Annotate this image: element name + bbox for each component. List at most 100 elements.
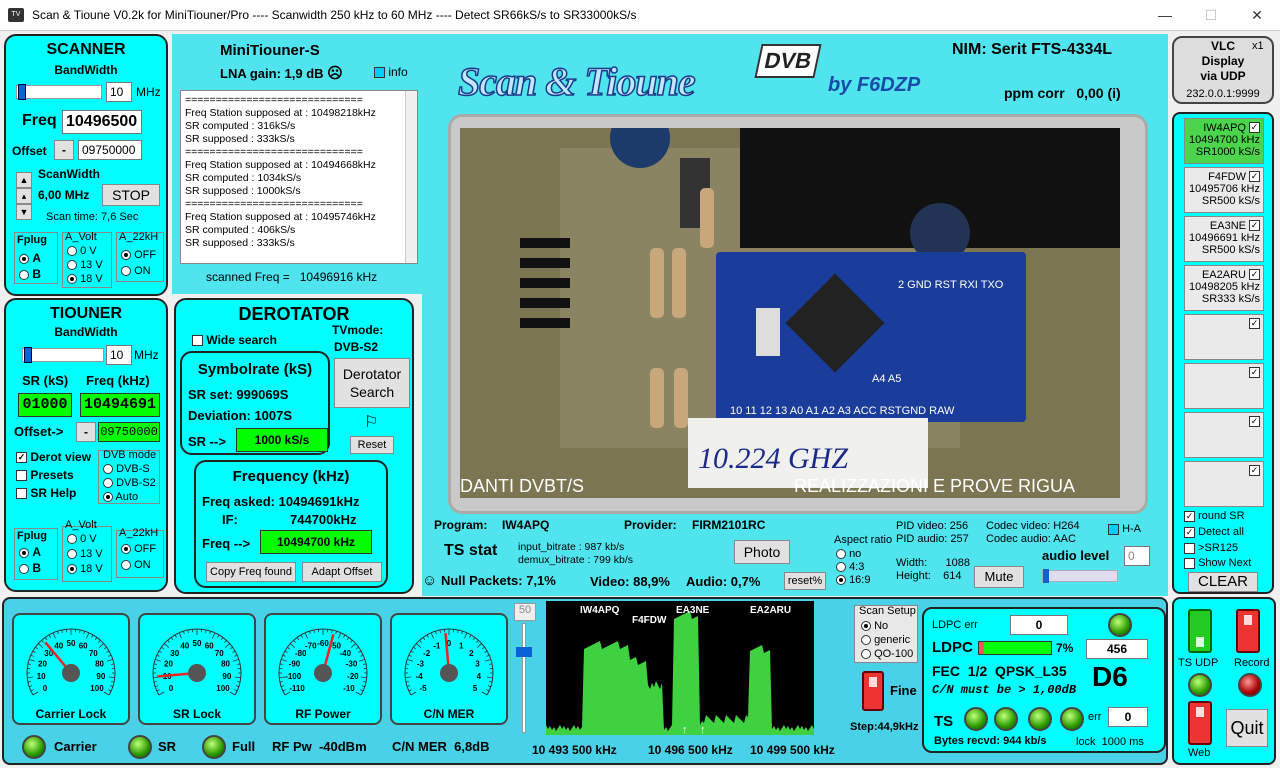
vlc-panel[interactable]: VLC Display via UDP x1 232.0.0.1:9999: [1172, 36, 1274, 104]
stop-button[interactable]: STOP: [102, 184, 160, 206]
station-slot-empty[interactable]: ✓: [1184, 363, 1264, 409]
fplug-a-radio[interactable]: A: [19, 251, 41, 265]
station-checkbox[interactable]: ✓: [1249, 465, 1260, 476]
tiouner-fplug-a-radio[interactable]: A: [19, 545, 41, 559]
tiouner-a22-on-radio[interactable]: ON: [121, 559, 151, 571]
auto-radio[interactable]: Auto: [103, 491, 138, 503]
level-slider-thumb[interactable]: [516, 647, 532, 657]
aspect-43-radio[interactable]: 4:3: [836, 561, 864, 573]
carrier-label: Carrier: [54, 739, 97, 754]
aspect-no-radio[interactable]: no: [836, 548, 861, 560]
dvbs-radio[interactable]: DVB-S: [103, 463, 150, 475]
tiouner-a22-off-radio[interactable]: OFF: [121, 543, 156, 555]
photo-button[interactable]: Photo: [734, 540, 790, 564]
scan-log[interactable]: ============================= Freq Statio…: [180, 90, 418, 264]
scanner-offset-input[interactable]: 09750000: [78, 140, 142, 160]
maximize-button[interactable]: ☐: [1188, 0, 1234, 31]
scan-setup-no-radio[interactable]: No: [861, 620, 888, 632]
adapt-offset-button[interactable]: Adapt Offset: [302, 562, 382, 582]
ts-udp-toggle[interactable]: [1188, 609, 1212, 653]
tiouner-offset-input[interactable]: 09750000: [98, 422, 160, 442]
log-scrollbar[interactable]: [405, 91, 417, 263]
close-button[interactable]: ✕: [1234, 0, 1280, 31]
tiouner-offset-sign[interactable]: -: [76, 422, 96, 442]
tiouner-bw-slider[interactable]: [22, 347, 104, 363]
a22-off-radio[interactable]: OFF: [121, 249, 156, 261]
a22-on-radio[interactable]: ON: [121, 265, 151, 277]
fine-toggle[interactable]: [862, 671, 884, 711]
tiouner-bw-input[interactable]: 10: [106, 345, 132, 365]
station-slot-f4fdw[interactable]: ✓ F4FDW 10495706 kHz SR500 kS/s: [1184, 167, 1264, 213]
station-checkbox[interactable]: ✓: [1249, 122, 1260, 133]
detect-all-checkbox[interactable]: ✓ Detect all: [1184, 526, 1244, 538]
level-slider[interactable]: [522, 623, 526, 733]
station-slot-ea3ne[interactable]: ✓ EA3NE 10496691 kHz SR500 kS/s: [1184, 216, 1264, 262]
gauge-carrier-lock: 0 10 20 30 40 50 60 70 80 90 100 Carrier Lock: [12, 613, 130, 725]
scanner-title: SCANNER: [46, 41, 126, 58]
station-checkbox[interactable]: ✓: [1249, 269, 1260, 280]
fplug-b-radio[interactable]: B: [19, 267, 41, 281]
tiouner-avolt-13-radio[interactable]: 13 V: [67, 548, 103, 560]
avolt-13-radio[interactable]: 13 V: [67, 259, 103, 271]
tiouner-freq-input[interactable]: 10494691: [80, 393, 160, 417]
record-toggle[interactable]: [1236, 609, 1260, 653]
station-checkbox[interactable]: ✓: [1249, 367, 1260, 378]
station-slot-empty[interactable]: ✓: [1184, 412, 1264, 458]
station-checkbox[interactable]: ✓: [1249, 171, 1260, 182]
avolt-0-radio[interactable]: 0 V: [67, 245, 97, 257]
scanwidth-up-button[interactable]: ▲: [16, 172, 32, 188]
scanwidth-down-button[interactable]: ▼: [16, 204, 32, 220]
station-slot-iw4apq[interactable]: ✓ IW4APQ 10494700 kHz SR1000 kS/s: [1184, 118, 1264, 164]
quit-button[interactable]: Quit: [1226, 709, 1268, 747]
station-checkbox[interactable]: ✓: [1249, 220, 1260, 231]
scanner-bw-input[interactable]: 10: [106, 82, 132, 102]
wide-search-checkbox[interactable]: Wide search: [192, 333, 277, 347]
mute-button[interactable]: Mute: [974, 566, 1024, 588]
tiouner-avolt-0-radio[interactable]: 0 V: [67, 533, 97, 545]
tiouner-sr-input[interactable]: 01000: [18, 393, 72, 417]
station-sr: SR500 kS/s: [1201, 195, 1260, 207]
scanner-freq-input[interactable]: 10496500: [62, 110, 142, 134]
clear-button[interactable]: CLEAR: [1188, 572, 1258, 592]
copy-freq-button[interactable]: Copy Freq found: [206, 562, 296, 582]
aspect-169-radio[interactable]: 16:9: [836, 574, 870, 586]
reset-pct-button[interactable]: reset%: [784, 572, 826, 590]
derot-view-checkbox[interactable]: ✓ Derot view: [16, 450, 91, 464]
presets-checkbox[interactable]: Presets: [16, 468, 74, 482]
audio-level-slider[interactable]: [1042, 569, 1118, 583]
station-slot-empty[interactable]: ✓: [1184, 461, 1264, 507]
scan-setup-qo100-radio[interactable]: QO-100: [861, 648, 913, 660]
scanner-offset-sign[interactable]: -: [54, 140, 74, 160]
station-checkbox[interactable]: ✓: [1249, 416, 1260, 427]
web-toggle[interactable]: [1188, 701, 1212, 745]
round-sr-checkbox[interactable]: ✓ round SR: [1184, 510, 1245, 522]
info-checkbox[interactable]: info: [374, 65, 408, 79]
scanner-bw-slider[interactable]: [16, 84, 102, 100]
video-width: Width: 1088: [896, 557, 970, 569]
dvbs2-radio[interactable]: DVB-S2: [103, 477, 156, 489]
avolt-18-radio[interactable]: 18 V: [67, 273, 103, 285]
scan-setup-generic-radio[interactable]: generic: [861, 634, 910, 646]
station-checkbox[interactable]: ✓: [1249, 318, 1260, 329]
video-display[interactable]: 10.224 GHZ 2 GND RST RXI TXO A4 A5 10 11…: [460, 128, 1120, 498]
sr125-checkbox[interactable]: >SR125: [1184, 542, 1238, 554]
sr-help-checkbox[interactable]: SR Help: [16, 486, 76, 500]
sr-found-value: 1000 kS/s: [236, 428, 328, 452]
ts-led-1: [964, 707, 988, 731]
reset-button[interactable]: Reset: [350, 436, 394, 454]
derotator-search-button[interactable]: Derotator Search: [334, 358, 410, 408]
spectrum-display[interactable]: IW4APQ F4FDW EA3NE EA2ARU ↑ ↑: [546, 601, 814, 736]
show-next-checkbox[interactable]: Show Next: [1184, 557, 1251, 569]
web-label: Web: [1188, 747, 1211, 759]
station-slot-ea2aru[interactable]: ✓ EA2ARU 10498205 kHz SR333 kS/s: [1184, 265, 1264, 311]
level-input[interactable]: 50: [514, 603, 536, 621]
flag-icon[interactable]: ⚐: [364, 412, 378, 432]
tiouner-avolt-18-radio[interactable]: 18 V: [67, 563, 103, 575]
avolt-label: A_Volt: [65, 231, 97, 243]
station-slot-empty[interactable]: ✓: [1184, 314, 1264, 360]
ha-checkbox[interactable]: H-A: [1108, 523, 1141, 535]
minimize-button[interactable]: —: [1142, 0, 1188, 31]
scanwidth-spin-mid[interactable]: ▴: [16, 188, 32, 204]
audio-level-input[interactable]: 0: [1124, 546, 1150, 566]
tiouner-fplug-b-radio[interactable]: B: [19, 561, 41, 575]
